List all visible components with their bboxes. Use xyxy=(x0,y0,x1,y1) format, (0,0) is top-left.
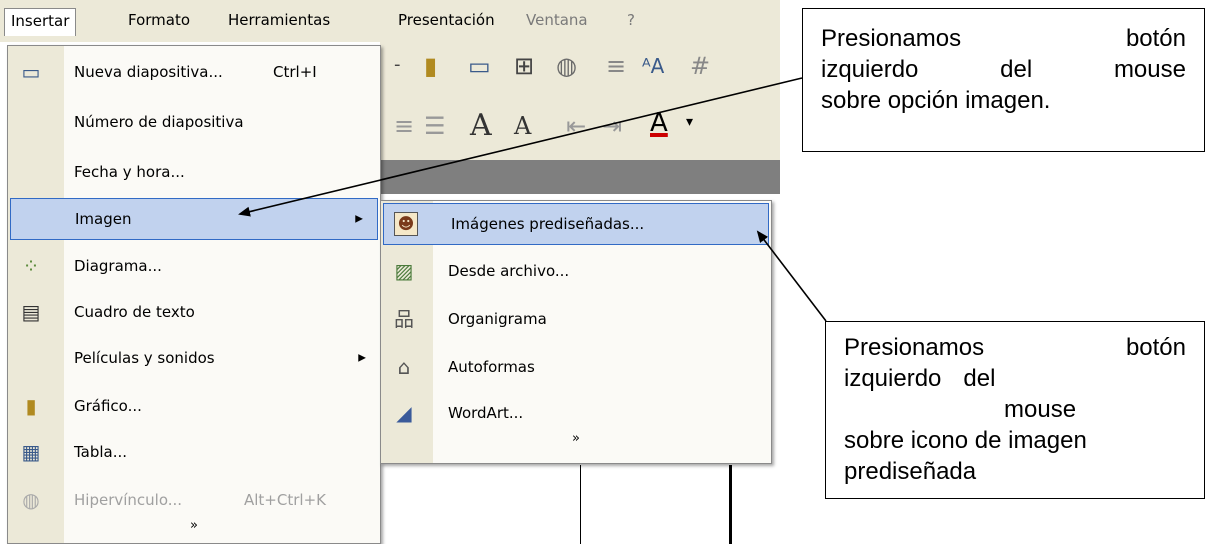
annotation-arrows xyxy=(238,77,827,322)
arrow-to-clipart xyxy=(756,230,827,322)
arrow-to-imagen xyxy=(238,77,803,217)
